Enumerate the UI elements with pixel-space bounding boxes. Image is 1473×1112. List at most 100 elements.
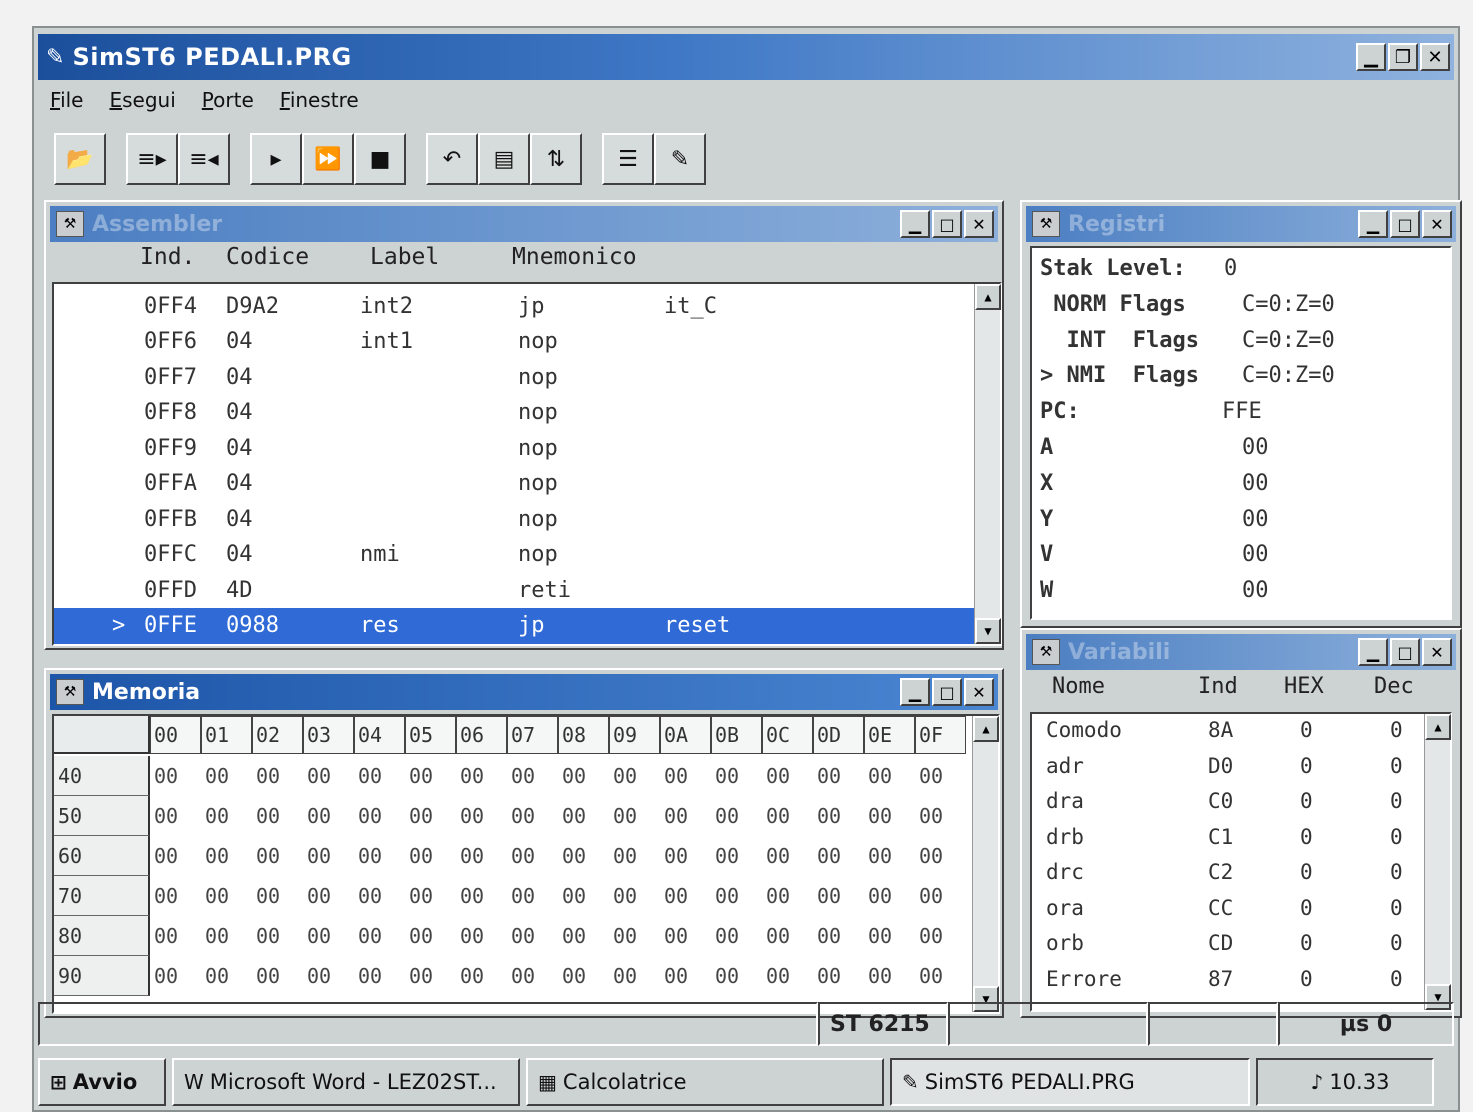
- variable-row[interactable]: drb C1 0 0: [1032, 825, 1424, 860]
- vertical-scrollbar[interactable]: ▲ ▼: [974, 284, 1001, 644]
- close-button[interactable]: ✕: [964, 678, 994, 706]
- mem-cell[interactable]: 00: [354, 916, 405, 956]
- mem-cell[interactable]: 00: [609, 796, 660, 836]
- mem-cell[interactable]: 00: [456, 956, 507, 996]
- mem-cell[interactable]: 00: [864, 956, 915, 996]
- mem-cell[interactable]: 00: [660, 876, 711, 916]
- mem-cell[interactable]: 00: [558, 956, 609, 996]
- maximize-button[interactable]: □: [1390, 638, 1420, 666]
- mem-cell[interactable]: 00: [354, 836, 405, 876]
- menu-porte[interactable]: Porte: [202, 88, 254, 118]
- mem-cell[interactable]: 00: [507, 956, 558, 996]
- mem-cell[interactable]: 00: [915, 796, 966, 836]
- variable-row[interactable]: dra C0 0 0: [1032, 789, 1424, 824]
- mem-cell[interactable]: 00: [711, 836, 762, 876]
- mem-cell[interactable]: 00: [762, 956, 813, 996]
- mem-cell[interactable]: 00: [201, 796, 252, 836]
- minimize-button[interactable]: ▁: [1358, 638, 1388, 666]
- mem-cell[interactable]: 00: [609, 916, 660, 956]
- close-button[interactable]: ✕: [964, 210, 994, 238]
- mem-cell[interactable]: 00: [660, 956, 711, 996]
- tag-button[interactable]: ✎: [654, 133, 706, 185]
- memoria-title-bar[interactable]: ⚒ Memoria ▁ □ ✕: [50, 674, 998, 710]
- mem-cell[interactable]: 00: [252, 756, 303, 796]
- mem-cell[interactable]: 00: [507, 756, 558, 796]
- registri-title-bar[interactable]: ⚒ Registri ▁ □ ✕: [1026, 206, 1456, 242]
- mem-cell[interactable]: 00: [507, 876, 558, 916]
- mem-cell[interactable]: 00: [660, 916, 711, 956]
- asm-row[interactable]: 0FF4 D9A2 int2 jp it_C: [54, 288, 974, 324]
- close-button[interactable]: ✕: [1420, 43, 1450, 71]
- fast-run-button[interactable]: ⏩: [302, 133, 354, 185]
- taskbar-item-word[interactable]: W Microsoft Word - LEZ02ST...: [172, 1058, 520, 1106]
- menu-file[interactable]: File: [50, 88, 83, 118]
- mem-cell[interactable]: 00: [303, 876, 354, 916]
- mem-cell[interactable]: 00: [915, 756, 966, 796]
- close-button[interactable]: ✕: [1422, 638, 1452, 666]
- scroll-up-icon[interactable]: ▲: [973, 716, 999, 742]
- open-button[interactable]: 📂: [54, 133, 106, 185]
- mem-cell[interactable]: 00: [405, 836, 456, 876]
- maximize-button[interactable]: □: [1390, 210, 1420, 238]
- list-button[interactable]: ☰: [602, 133, 654, 185]
- mem-cell[interactable]: 00: [354, 796, 405, 836]
- vertical-scrollbar[interactable]: ▲ ▼: [972, 716, 999, 1012]
- mem-cell[interactable]: 00: [252, 956, 303, 996]
- mem-cell[interactable]: 00: [150, 796, 201, 836]
- mem-cell[interactable]: 00: [660, 756, 711, 796]
- mem-cell[interactable]: 00: [405, 756, 456, 796]
- assembler-list[interactable]: ▲ ▼ 0FF4 D9A2 int2 jp it_C 0FF6 04 int1 nop 0FF7 0…: [52, 282, 1002, 646]
- variable-row[interactable]: Comodo 8A 0 0: [1032, 718, 1424, 753]
- mem-cell[interactable]: 00: [354, 756, 405, 796]
- mem-cell[interactable]: 00: [303, 796, 354, 836]
- maximize-button[interactable]: □: [932, 678, 962, 706]
- stop-button[interactable]: ■: [354, 133, 406, 185]
- mem-cell[interactable]: 00: [762, 796, 813, 836]
- mem-cell[interactable]: 00: [150, 916, 201, 956]
- memoria-grid[interactable]: 00 01 02 03 04 05 06 07 08 09 0A 0B 0C 0D 0E 0F ▲ ▼ 40 0…: [52, 714, 1000, 1014]
- mem-cell[interactable]: 00: [660, 836, 711, 876]
- scroll-up-icon[interactable]: ▲: [975, 284, 1001, 310]
- mem-cell[interactable]: 00: [150, 836, 201, 876]
- mem-cell[interactable]: 00: [303, 956, 354, 996]
- window-b-button[interactable]: ▤: [478, 133, 530, 185]
- mem-cell[interactable]: 00: [813, 756, 864, 796]
- mem-cell[interactable]: 00: [558, 756, 609, 796]
- mem-cell[interactable]: 00: [762, 876, 813, 916]
- taskbar-item-calcolatrice[interactable]: ▦ Calcolatrice: [526, 1058, 884, 1106]
- mem-cell[interactable]: 00: [201, 836, 252, 876]
- asm-row[interactable]: 0FF8 04 nop: [54, 395, 974, 431]
- mem-cell[interactable]: 00: [813, 876, 864, 916]
- mem-cell[interactable]: 00: [915, 916, 966, 956]
- mem-cell[interactable]: 00: [711, 756, 762, 796]
- mem-cell[interactable]: 00: [507, 796, 558, 836]
- menu-finestre[interactable]: Finestre: [280, 88, 359, 118]
- asm-row[interactable]: 0FF9 04 nop: [54, 430, 974, 466]
- title-bar[interactable]: ✎ SimST6 PEDALI.PRG ▁ ❐ ✕: [38, 34, 1454, 80]
- mem-cell[interactable]: 00: [915, 876, 966, 916]
- variable-row[interactable]: Errore 87 0 0: [1032, 967, 1424, 1002]
- mem-cell[interactable]: 00: [762, 916, 813, 956]
- mem-cell[interactable]: 00: [711, 956, 762, 996]
- mem-cell[interactable]: 00: [354, 876, 405, 916]
- mem-cell[interactable]: 00: [201, 956, 252, 996]
- mem-cell[interactable]: 00: [660, 796, 711, 836]
- asm-row[interactable]: 0FFD 4D reti: [54, 572, 974, 608]
- window-a-button[interactable]: ↶: [426, 133, 478, 185]
- minimize-button[interactable]: ▁: [900, 678, 930, 706]
- vertical-scrollbar[interactable]: ▲ ▼: [1424, 714, 1451, 1010]
- mem-cell[interactable]: 00: [150, 956, 201, 996]
- minimize-button[interactable]: ▁: [900, 210, 930, 238]
- speaker-icon[interactable]: ♪: [1311, 1070, 1324, 1094]
- asm-row[interactable]: >0FFE 0988 res jp reset: [54, 607, 974, 644]
- mem-cell[interactable]: 00: [405, 796, 456, 836]
- mem-cell[interactable]: 00: [609, 756, 660, 796]
- mem-cell[interactable]: 00: [864, 756, 915, 796]
- run-button[interactable]: ▸: [250, 133, 302, 185]
- start-button[interactable]: ⊞ Avvio: [38, 1058, 166, 1106]
- mem-cell[interactable]: 00: [711, 916, 762, 956]
- mem-cell[interactable]: 00: [864, 876, 915, 916]
- mem-cell[interactable]: 00: [813, 956, 864, 996]
- mem-cell[interactable]: 00: [813, 796, 864, 836]
- mem-cell[interactable]: 00: [201, 756, 252, 796]
